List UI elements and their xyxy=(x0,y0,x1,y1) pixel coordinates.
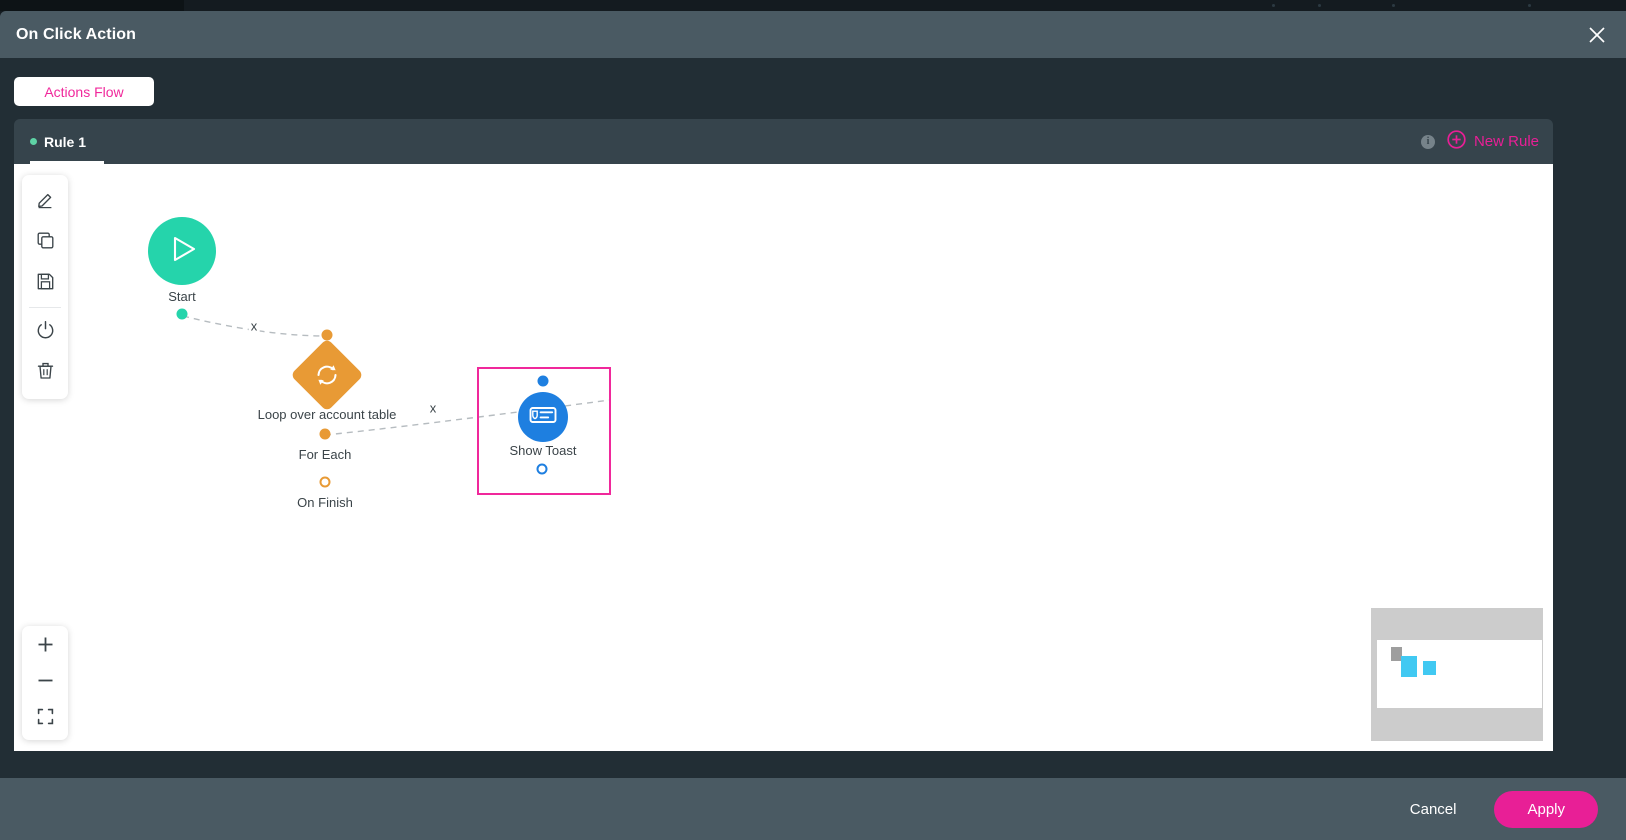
flow-canvas[interactable]: x x Start Loop over account table For Ea… xyxy=(14,164,1553,751)
fit-screen-button[interactable] xyxy=(22,701,68,737)
minimap-viewport[interactable] xyxy=(1377,640,1542,708)
node-loop-port-on-finish-label: On Finish xyxy=(297,495,353,510)
save-icon xyxy=(36,272,55,296)
zoom-out-button[interactable] xyxy=(22,665,68,701)
rule-tab-label: Rule 1 xyxy=(44,133,87,150)
background-window-tab xyxy=(0,0,184,11)
enable-disable-tool[interactable] xyxy=(22,311,68,352)
modal-footer: Cancel Apply xyxy=(0,778,1626,840)
background-tick xyxy=(1272,4,1275,7)
node-toast-label: Show Toast xyxy=(509,443,577,458)
trash-icon xyxy=(36,361,55,385)
on-click-action-modal: On Click Action Actions Flow Rule 1 i Ne… xyxy=(0,11,1626,840)
node-loop-port-for-each[interactable] xyxy=(319,428,331,440)
minimap[interactable] xyxy=(1371,608,1543,741)
power-icon xyxy=(36,320,55,344)
minimap-node xyxy=(1423,661,1436,675)
background-tick xyxy=(1528,4,1531,7)
refresh-loop-icon xyxy=(312,360,342,390)
node-loop-input-port[interactable] xyxy=(321,329,333,341)
node-loop-label: Loop over account table xyxy=(257,407,397,422)
edge-layer xyxy=(182,315,611,436)
cancel-button[interactable]: Cancel xyxy=(1410,801,1457,818)
edge-delete-start-to-loop[interactable]: x xyxy=(248,318,260,334)
node-loop-port-on-finish[interactable] xyxy=(319,476,331,488)
apply-button[interactable]: Apply xyxy=(1494,790,1598,828)
modal-titlebar: On Click Action xyxy=(0,11,1626,58)
node-start[interactable] xyxy=(148,217,216,285)
save-tool[interactable] xyxy=(22,263,68,304)
plus-circle-icon xyxy=(1447,130,1466,153)
edit-tool[interactable] xyxy=(22,181,68,222)
node-toast[interactable] xyxy=(518,392,568,442)
node-toast-input-port[interactable] xyxy=(537,375,549,387)
minus-icon xyxy=(36,671,55,695)
delete-tool[interactable] xyxy=(22,352,68,393)
plus-icon xyxy=(36,635,55,659)
rule-status-dot xyxy=(30,138,37,145)
node-start-output-port[interactable] xyxy=(176,308,188,320)
info-icon[interactable]: i xyxy=(1420,134,1435,149)
node-loop-port-for-each-label: For Each xyxy=(298,447,352,462)
rules-bar: Rule 1 i New Rule xyxy=(14,119,1553,164)
play-icon xyxy=(162,229,202,274)
close-icon[interactable] xyxy=(1582,20,1612,50)
node-start-label: Start xyxy=(168,289,196,304)
page-title: On Click Action xyxy=(16,25,137,43)
flow-type-tabs: Actions Flow xyxy=(14,77,154,106)
duplicate-tool[interactable] xyxy=(22,222,68,263)
edge-delete-loop-to-toast[interactable]: x xyxy=(427,400,439,416)
new-rule-label: New Rule xyxy=(1473,133,1539,150)
background-tick xyxy=(1392,4,1395,7)
tab-rule-1[interactable]: Rule 1 xyxy=(30,119,96,164)
zoom-controls xyxy=(22,626,68,740)
node-loop[interactable] xyxy=(290,338,364,412)
fit-screen-icon xyxy=(36,707,55,731)
rules-bar-actions: i New Rule xyxy=(1420,119,1539,164)
zoom-in-button[interactable] xyxy=(22,629,68,665)
pencil-icon xyxy=(36,190,55,214)
background-tick xyxy=(1318,4,1321,7)
copy-icon xyxy=(36,231,55,255)
add-new-rule-button[interactable]: New Rule xyxy=(1447,130,1539,153)
node-toast-output-port[interactable] xyxy=(536,463,548,475)
toolbar-divider xyxy=(29,307,61,308)
minimap-node xyxy=(1401,656,1417,677)
canvas-toolbar xyxy=(22,175,68,399)
tab-actions-flow[interactable]: Actions Flow xyxy=(14,77,154,106)
toast-notification-icon xyxy=(527,399,559,436)
